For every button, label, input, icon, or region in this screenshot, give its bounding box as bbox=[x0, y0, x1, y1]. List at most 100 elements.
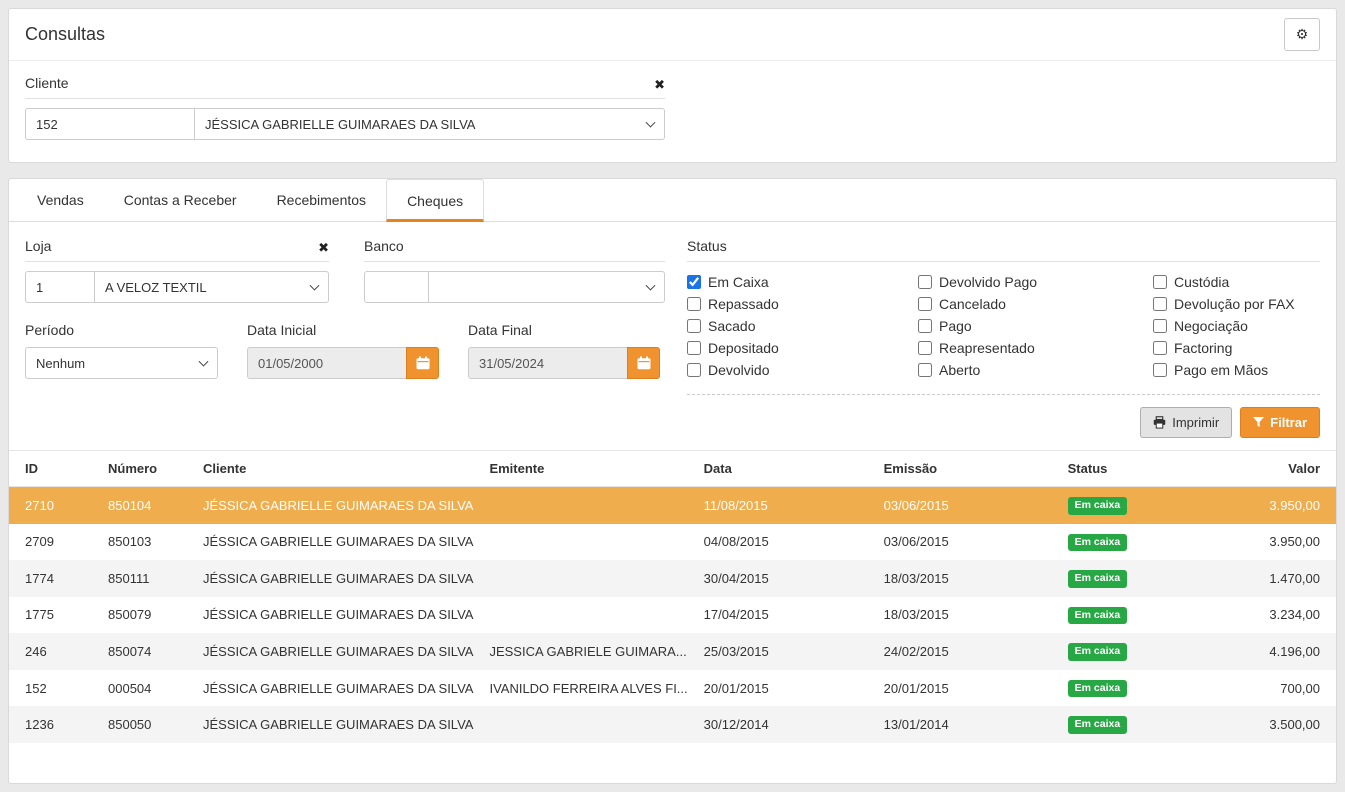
checkbox[interactable] bbox=[1153, 341, 1167, 355]
calendar-icon bbox=[637, 356, 651, 370]
status-badge: Em caixa bbox=[1068, 534, 1128, 552]
checkbox[interactable] bbox=[1153, 297, 1167, 311]
table-row[interactable]: 2709 850103 JÉSSICA GABRIELLE GUIMARAES … bbox=[9, 524, 1336, 561]
checkbox[interactable] bbox=[1153, 275, 1167, 289]
checkbox[interactable] bbox=[918, 275, 932, 289]
status-checkbox-custodia[interactable]: Custódia bbox=[1153, 271, 1320, 293]
cell-valor: 3.950,00 bbox=[1210, 487, 1336, 524]
cell-data: 17/04/2015 bbox=[696, 597, 876, 634]
cell-data: 30/12/2014 bbox=[696, 706, 876, 743]
status-column-1: Em Caixa Repassado Sacado Depositad bbox=[687, 271, 918, 381]
status-checkbox-depositado[interactable]: Depositado bbox=[687, 337, 918, 359]
status-checkbox-reapresentado[interactable]: Reapresentado bbox=[918, 337, 1153, 359]
banco-select[interactable] bbox=[428, 271, 665, 303]
table-row[interactable]: 246 850074 JÉSSICA GABRIELLE GUIMARAES D… bbox=[9, 633, 1336, 670]
status-checkbox-aberto[interactable]: Aberto bbox=[918, 359, 1153, 381]
banco-group: Banco bbox=[364, 238, 665, 303]
table-row[interactable]: 1774 850111 JÉSSICA GABRIELLE GUIMARAES … bbox=[9, 560, 1336, 597]
banco-input-group bbox=[364, 271, 665, 303]
status-checkbox-devolvido[interactable]: Devolvido bbox=[687, 359, 918, 381]
clear-loja-icon[interactable]: ✖ bbox=[318, 241, 329, 254]
cliente-select-wrap: JÉSSICA GABRIELLE GUIMARAES DA SILVA bbox=[194, 108, 665, 140]
header-data: Data bbox=[696, 451, 876, 487]
status-checkbox-sacado[interactable]: Sacado bbox=[687, 315, 918, 337]
cell-valor: 700,00 bbox=[1210, 670, 1336, 707]
status-badge: Em caixa bbox=[1068, 497, 1128, 515]
data-final-calendar-button[interactable] bbox=[627, 347, 660, 379]
loja-select[interactable]: A VELOZ TEXTIL bbox=[94, 271, 329, 303]
cell-cliente: JÉSSICA GABRIELLE GUIMARAES DA SILVA bbox=[195, 633, 481, 670]
main-panel: Vendas Contas a Receber Recebimentos Che… bbox=[8, 178, 1337, 784]
status-fieldset-head: Status bbox=[687, 238, 1320, 262]
cliente-code-input[interactable] bbox=[25, 108, 195, 140]
tab-contas-a-receber[interactable]: Contas a Receber bbox=[104, 179, 257, 221]
filtrar-button[interactable]: Filtrar bbox=[1240, 407, 1320, 438]
checkbox[interactable] bbox=[687, 275, 701, 289]
checkbox[interactable] bbox=[687, 319, 701, 333]
header-id: ID bbox=[9, 451, 100, 487]
cliente-section: Cliente ✖ JÉSSICA GABRIELLE GUIMARAES DA… bbox=[9, 61, 1336, 162]
periodo-select[interactable]: Nenhum bbox=[25, 347, 218, 379]
cell-numero: 850079 bbox=[100, 597, 195, 634]
data-inicial-calendar-button[interactable] bbox=[406, 347, 439, 379]
checkbox[interactable] bbox=[687, 341, 701, 355]
table-row[interactable]: 1775 850079 JÉSSICA GABRIELLE GUIMARAES … bbox=[9, 597, 1336, 634]
cell-emissao: 18/03/2015 bbox=[876, 597, 1060, 634]
status-separator bbox=[687, 394, 1320, 395]
loja-fieldset-head: Loja ✖ bbox=[25, 238, 329, 262]
checkbox[interactable] bbox=[918, 341, 932, 355]
tab-cheques[interactable]: Cheques bbox=[386, 179, 484, 222]
settings-button[interactable]: ⚙ bbox=[1284, 18, 1320, 51]
status-checkbox-devolucao-por-fax[interactable]: Devolução por FAX bbox=[1153, 293, 1320, 315]
table-header-row: ID Número Cliente Emitente Data Emissão … bbox=[9, 451, 1336, 487]
status-grid: Em Caixa Repassado Sacado Depositad bbox=[687, 271, 1320, 381]
loja-input-group: A VELOZ TEXTIL bbox=[25, 271, 329, 303]
checkbox[interactable] bbox=[687, 297, 701, 311]
imprimir-button[interactable]: Imprimir bbox=[1140, 407, 1232, 438]
cell-numero: 850111 bbox=[100, 560, 195, 597]
status-checkbox-em-caixa[interactable]: Em Caixa bbox=[687, 271, 918, 293]
data-final-label: Data Final bbox=[468, 322, 660, 338]
cell-status: Em caixa bbox=[1060, 524, 1210, 561]
cell-valor: 3.950,00 bbox=[1210, 524, 1336, 561]
banco-label: Banco bbox=[364, 238, 404, 254]
status-checkbox-pago[interactable]: Pago bbox=[918, 315, 1153, 337]
cell-emissao: 13/01/2014 bbox=[876, 706, 1060, 743]
checkbox[interactable] bbox=[1153, 319, 1167, 333]
cell-emitente bbox=[481, 487, 695, 524]
status-checkbox-negociacao[interactable]: Negociação bbox=[1153, 315, 1320, 337]
actions-row: Imprimir Filtrar bbox=[687, 407, 1320, 438]
cell-emissao: 20/01/2015 bbox=[876, 670, 1060, 707]
checkbox[interactable] bbox=[918, 297, 932, 311]
filter-area: Loja ✖ A VELOZ TEXTIL bbox=[9, 222, 1336, 438]
cell-cliente: JÉSSICA GABRIELLE GUIMARAES DA SILVA bbox=[195, 670, 481, 707]
cell-emitente bbox=[481, 560, 695, 597]
cell-emitente: IVANILDO FERREIRA ALVES FI... bbox=[481, 670, 695, 707]
table-row[interactable]: 2710 850104 JÉSSICA GABRIELLE GUIMARAES … bbox=[9, 487, 1336, 524]
tab-vendas[interactable]: Vendas bbox=[17, 179, 104, 221]
cell-data: 04/08/2015 bbox=[696, 524, 876, 561]
table-row[interactable]: 1236 850050 JÉSSICA GABRIELLE GUIMARAES … bbox=[9, 706, 1336, 743]
loja-code-input[interactable] bbox=[25, 271, 95, 303]
status-checkbox-factoring[interactable]: Factoring bbox=[1153, 337, 1320, 359]
table-row[interactable]: 152 000504 JÉSSICA GABRIELLE GUIMARAES D… bbox=[9, 670, 1336, 707]
status-checkbox-repassado[interactable]: Repassado bbox=[687, 293, 918, 315]
cell-emitente bbox=[481, 597, 695, 634]
tab-recebimentos[interactable]: Recebimentos bbox=[257, 179, 387, 221]
clear-cliente-icon[interactable]: ✖ bbox=[654, 78, 665, 91]
checkbox[interactable] bbox=[687, 363, 701, 377]
status-checkbox-cancelado[interactable]: Cancelado bbox=[918, 293, 1153, 315]
cell-id: 152 bbox=[9, 670, 100, 707]
status-checkbox-devolvido-pago[interactable]: Devolvido Pago bbox=[918, 271, 1153, 293]
cell-status: Em caixa bbox=[1060, 633, 1210, 670]
banco-code-input[interactable] bbox=[364, 271, 429, 303]
checkbox[interactable] bbox=[1153, 363, 1167, 377]
cliente-fieldset-head: Cliente ✖ bbox=[25, 75, 665, 99]
cell-emitente bbox=[481, 524, 695, 561]
checkbox[interactable] bbox=[918, 319, 932, 333]
checkbox[interactable] bbox=[918, 363, 932, 377]
cell-data: 20/01/2015 bbox=[696, 670, 876, 707]
header-valor: Valor bbox=[1210, 451, 1336, 487]
cliente-select[interactable]: JÉSSICA GABRIELLE GUIMARAES DA SILVA bbox=[194, 108, 665, 140]
status-checkbox-pago-em-maos[interactable]: Pago em Mãos bbox=[1153, 359, 1320, 381]
